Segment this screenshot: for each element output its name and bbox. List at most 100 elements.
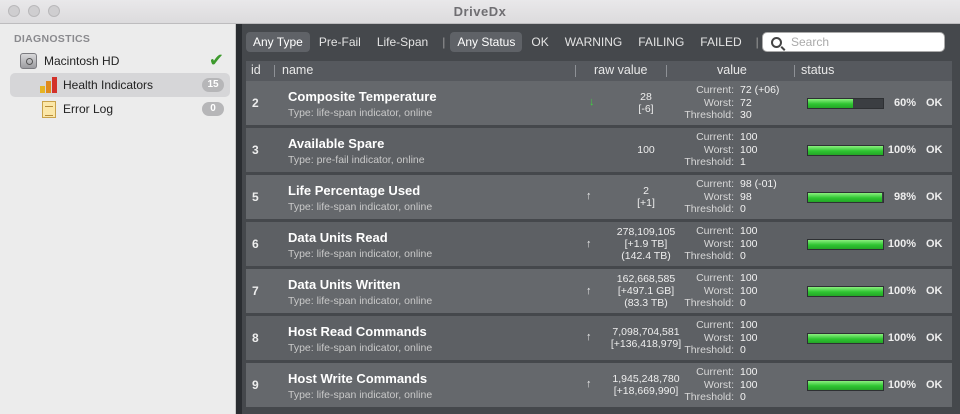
window-title: DriveDx xyxy=(453,4,507,19)
filter-pre-fail[interactable]: Pre-Fail xyxy=(312,32,368,52)
filter-failing[interactable]: FAILING xyxy=(631,32,691,52)
row-id: 6 xyxy=(252,237,259,251)
hard-disk-icon xyxy=(20,53,37,69)
health-percent: 100% xyxy=(887,379,916,391)
value-numbers: 100 100 1 xyxy=(740,131,800,169)
value-numbers: 100 100 0 xyxy=(740,366,800,404)
value-numbers: 100 100 0 xyxy=(740,225,800,263)
health-bar-fill xyxy=(808,193,882,202)
filter-ok[interactable]: OK xyxy=(524,32,555,52)
worst-value: 100 xyxy=(740,237,758,250)
main-panel: Any Type Pre-Fail Life-Span | Any Status… xyxy=(242,24,960,414)
health-bars-icon xyxy=(40,77,58,93)
row-type: Type: life-span indicator, online xyxy=(288,248,433,260)
sidebar-item-health-indicators[interactable]: Health Indicators 15 xyxy=(10,73,230,97)
filter-failed[interactable]: FAILED xyxy=(693,32,748,52)
value-numbers: 100 100 0 xyxy=(740,272,800,310)
current-value: 100 xyxy=(740,225,758,237)
log-document-icon xyxy=(42,100,56,118)
sidebar-item-label: Error Log xyxy=(63,102,114,116)
column-header-status[interactable]: status xyxy=(801,63,834,77)
filter-life-span[interactable]: Life-Span xyxy=(370,32,435,52)
threshold-value: 0 xyxy=(740,297,746,309)
current-label: Current: xyxy=(696,178,734,190)
column-divider xyxy=(794,65,795,77)
status-label: OK xyxy=(926,332,943,344)
current-label: Current: xyxy=(696,319,734,331)
status-label: OK xyxy=(926,191,943,203)
row-name: Host Write Commands xyxy=(288,371,428,386)
row-id: 3 xyxy=(252,143,259,157)
value-labels: Current: Worst: Threshold: xyxy=(658,319,734,357)
column-header-id[interactable]: id xyxy=(251,63,261,77)
table-row[interactable]: 3 Available Spare Type: pre-fail indicat… xyxy=(246,128,952,172)
table-header: id name raw value value status xyxy=(246,61,952,81)
threshold-value: 1 xyxy=(740,156,746,168)
row-id: 5 xyxy=(252,190,259,204)
sidebar-heading: DIAGNOSTICS xyxy=(14,33,91,45)
column-header-value[interactable]: value xyxy=(717,63,747,77)
value-labels: Current: Worst: Threshold: xyxy=(658,84,734,122)
health-bar-fill xyxy=(808,381,883,390)
search-field[interactable]: Search xyxy=(762,32,945,52)
value-labels: Current: Worst: Threshold: xyxy=(658,178,734,216)
threshold-value: 0 xyxy=(740,250,746,262)
health-bar-fill xyxy=(808,287,883,296)
search-icon xyxy=(771,36,782,48)
health-percent: 100% xyxy=(887,332,916,344)
health-percent: 98% xyxy=(893,191,916,203)
worst-label: Worst: xyxy=(703,284,734,297)
filter-separator: | xyxy=(442,35,446,49)
sidebar-item-error-log[interactable]: Error Log 0 xyxy=(10,97,230,121)
table-row[interactable]: 8 Host Read Commands Type: life-span ind… xyxy=(246,316,952,360)
health-bar xyxy=(807,239,884,250)
current-label: Current: xyxy=(696,225,734,237)
threshold-value: 0 xyxy=(740,391,746,403)
status-label: OK xyxy=(926,379,943,391)
worst-value: 72 xyxy=(740,96,752,109)
row-name: Composite Temperature xyxy=(288,89,437,104)
threshold-value: 30 xyxy=(740,109,752,121)
column-header-name[interactable]: name xyxy=(282,63,313,77)
table-row[interactable]: 7 Data Units Written Type: life-span ind… xyxy=(246,269,952,313)
current-value: 100 xyxy=(740,319,758,331)
search-placeholder: Search xyxy=(791,35,830,49)
row-type: Type: pre-fail indicator, online xyxy=(288,154,425,166)
health-indicator-table: 2 Composite Temperature Type: life-span … xyxy=(246,81,952,410)
filter-any-status[interactable]: Any Status xyxy=(450,32,523,52)
table-row[interactable]: 2 Composite Temperature Type: life-span … xyxy=(246,81,952,125)
health-bar-fill xyxy=(808,240,883,249)
threshold-label: Threshold: xyxy=(684,297,734,309)
status-label: OK xyxy=(926,285,943,297)
current-label: Current: xyxy=(696,272,734,284)
count-badge: 0 xyxy=(202,102,224,116)
worst-label: Worst: xyxy=(703,378,734,391)
current-label: Current: xyxy=(696,131,734,143)
column-divider xyxy=(575,65,576,77)
worst-label: Worst: xyxy=(703,96,734,109)
value-labels: Current: Worst: Threshold: xyxy=(658,225,734,263)
table-row[interactable]: 9 Host Write Commands Type: life-span in… xyxy=(246,363,952,407)
sidebar: DIAGNOSTICS Macintosh HD ✔ Health Indica… xyxy=(0,24,236,414)
health-bar xyxy=(807,192,884,203)
row-name: Host Read Commands xyxy=(288,324,427,339)
worst-label: Worst: xyxy=(703,331,734,344)
threshold-value: 0 xyxy=(740,344,746,356)
column-header-raw-value[interactable]: raw value xyxy=(594,63,648,77)
table-row[interactable]: 6 Data Units Read Type: life-span indica… xyxy=(246,222,952,266)
sidebar-item-label: Macintosh HD xyxy=(44,54,120,68)
health-bar xyxy=(807,333,884,344)
health-bar-fill xyxy=(808,146,883,155)
health-bar xyxy=(807,145,884,156)
health-percent: 100% xyxy=(887,144,916,156)
table-row[interactable]: 5 Life Percentage Used Type: life-span i… xyxy=(246,175,952,219)
worst-value: 100 xyxy=(740,331,758,344)
filter-bar: Any Type Pre-Fail Life-Span | Any Status… xyxy=(242,24,960,60)
filter-warning[interactable]: WARNING xyxy=(558,32,630,52)
health-bar xyxy=(807,286,884,297)
sidebar-item-macintosh-hd[interactable]: Macintosh HD ✔ xyxy=(20,49,230,73)
worst-label: Worst: xyxy=(703,237,734,250)
column-divider xyxy=(666,65,667,77)
current-value: 100 xyxy=(740,366,758,378)
filter-any-type[interactable]: Any Type xyxy=(246,32,310,52)
